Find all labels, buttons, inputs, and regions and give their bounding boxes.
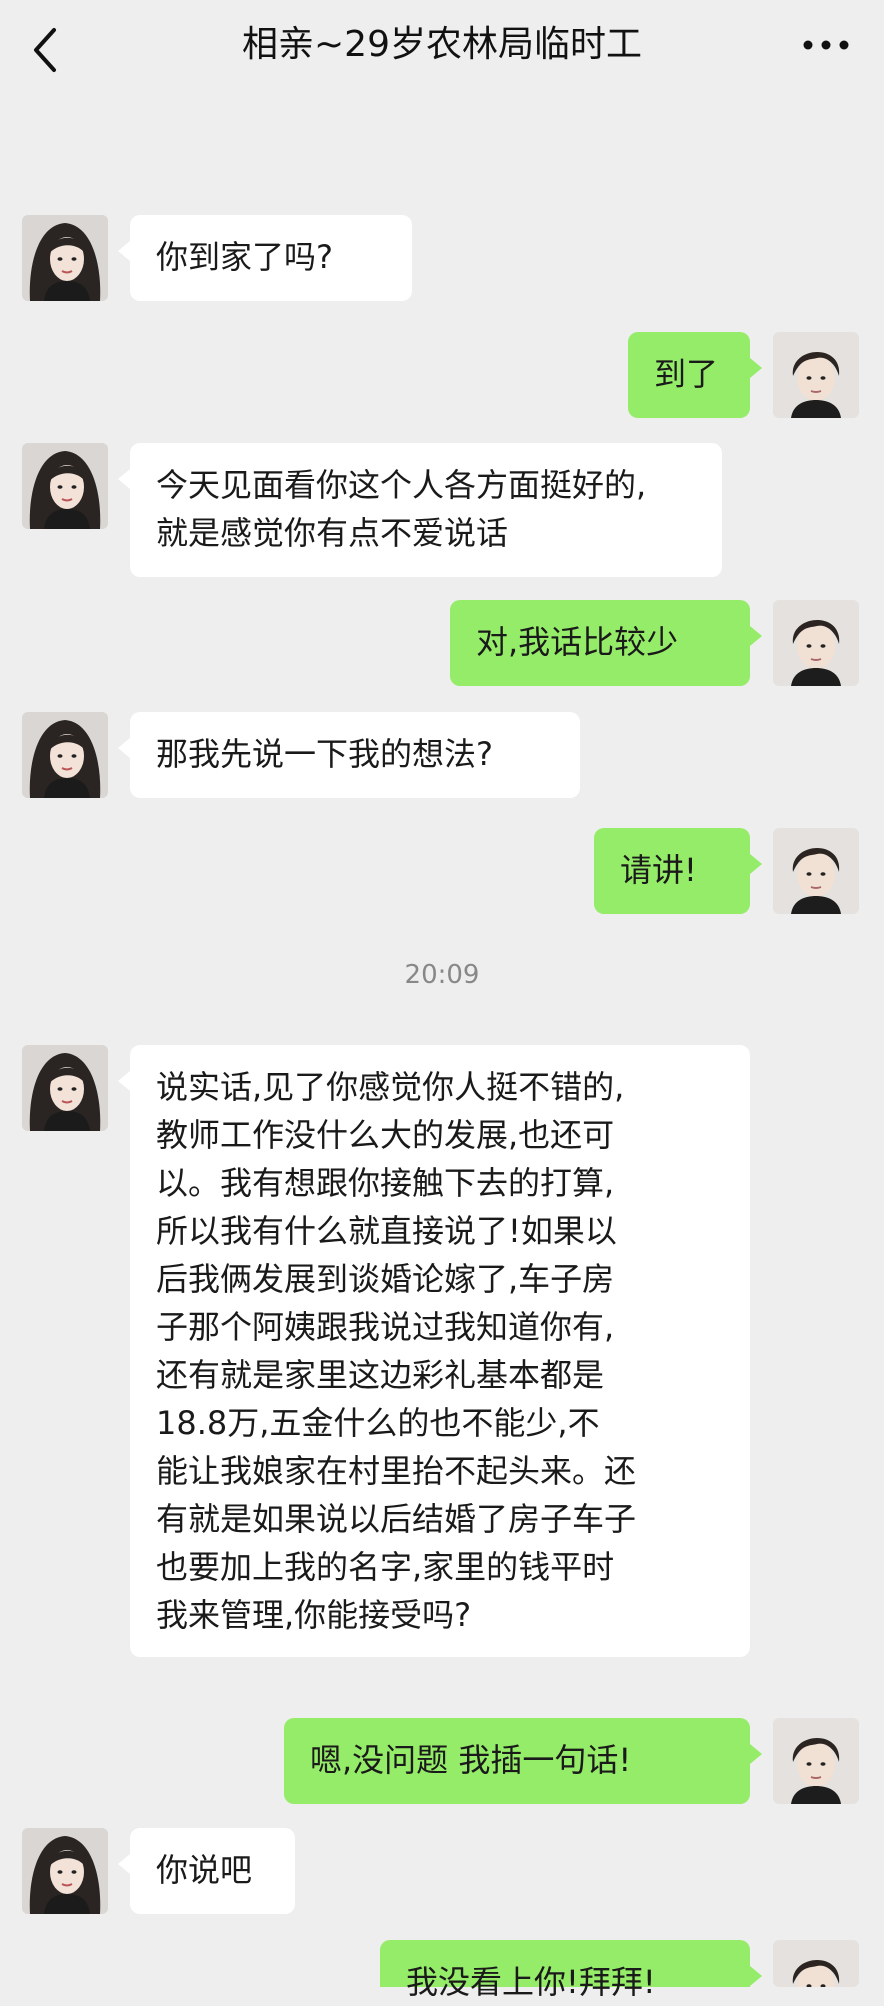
message-text: 我没看上你!拜拜!	[406, 1963, 656, 2001]
self-avatar[interactable]	[773, 332, 859, 418]
contact-avatar[interactable]	[22, 1045, 108, 1131]
contact-avatar[interactable]	[22, 712, 108, 798]
message-bubble-outgoing[interactable]: 到了	[628, 332, 762, 418]
chat-timestamp: 20:09	[404, 960, 480, 990]
message-bubble-incoming[interactable]: 你到家了吗?	[118, 215, 412, 301]
girl-avatar-icon	[22, 215, 108, 301]
message-line: 我来管理,你能接受吗?	[156, 1596, 472, 1634]
girl-avatar-icon	[22, 1045, 108, 1131]
message-line: 今天见面看你这个人各方面挺好的,	[156, 466, 647, 504]
message-bubble-outgoing[interactable]: 对,我话比较少	[450, 600, 762, 686]
message-text: 你到家了吗?	[156, 238, 333, 276]
boy-avatar-icon	[773, 600, 859, 686]
message-line: 有就是如果说以后结婚了房子车子	[156, 1500, 637, 1538]
more-button[interactable]	[796, 20, 856, 70]
contact-avatar[interactable]	[22, 443, 108, 529]
self-avatar[interactable]	[773, 1718, 859, 1804]
message-bubble-incoming[interactable]: 你说吧	[118, 1828, 295, 1914]
message-line: 就是感觉你有点不爱说话	[156, 514, 509, 552]
message-text: 到了	[654, 355, 719, 393]
message-line: 后我俩发展到谈婚论嫁了,车子房	[156, 1260, 615, 1298]
message-bubble-outgoing[interactable]: 请讲!	[594, 828, 762, 914]
message-line: 所以我有什么就直接说了!如果以	[156, 1212, 617, 1250]
girl-avatar-icon	[22, 443, 108, 529]
boy-avatar-icon	[773, 828, 859, 914]
girl-avatar-icon	[22, 1828, 108, 1914]
contact-avatar[interactable]	[22, 1828, 108, 1914]
girl-avatar-icon	[22, 712, 108, 798]
message-line: 也要加上我的名字,家里的钱平时	[156, 1548, 615, 1586]
message-line: 教师工作没什么大的发展,也还可	[156, 1116, 615, 1154]
self-avatar[interactable]	[773, 828, 859, 914]
boy-avatar-icon	[773, 332, 859, 418]
message-text: 你说吧	[156, 1851, 253, 1889]
message-line: 子那个阿姨跟我说过我知道你有,	[156, 1308, 615, 1346]
message-text: 那我先说一下我的想法?	[156, 735, 493, 773]
back-button[interactable]	[28, 20, 68, 80]
more-dots-icon	[803, 40, 849, 50]
contact-avatar[interactable]	[22, 215, 108, 301]
self-avatar[interactable]	[773, 600, 859, 686]
message-line: 以。我有想跟你接触下去的打算,	[156, 1164, 615, 1202]
message-bubble-incoming[interactable]: 那我先说一下我的想法?	[118, 712, 580, 798]
message-bubble-incoming[interactable]: 今天见面看你这个人各方面挺好的, 就是感觉你有点不爱说话	[118, 443, 722, 577]
chat-title: 相亲~29岁农林局临时工	[242, 24, 642, 65]
message-bubble-outgoing[interactable]: 我没看上你!拜拜!	[380, 1940, 762, 2001]
message-line: 能让我娘家在村里抬不起头来。还	[156, 1452, 637, 1490]
message-text: 嗯,没问题 我插一句话!	[310, 1741, 632, 1779]
boy-avatar-icon	[773, 1940, 859, 1987]
chevron-left-icon	[34, 28, 56, 72]
message-bubble-outgoing[interactable]: 嗯,没问题 我插一句话!	[284, 1718, 762, 1804]
message-line: 18.8万,五金什么的也不能少,不	[156, 1404, 600, 1442]
message-text: 对,我话比较少	[476, 623, 679, 661]
self-avatar[interactable]	[773, 1940, 859, 1987]
message-line: 说实话,见了你感觉你人挺不错的,	[156, 1068, 625, 1106]
title-bar: 相亲~29岁农林局临时工	[0, 0, 884, 100]
message-bubble-incoming[interactable]: 说实话,见了你感觉你人挺不错的, 教师工作没什么大的发展,也还可 以。我有想跟你…	[118, 1045, 750, 1657]
boy-avatar-icon	[773, 1718, 859, 1804]
message-text: 请讲!	[620, 851, 697, 889]
message-line: 还有就是家里这边彩礼基本都是	[156, 1356, 605, 1394]
